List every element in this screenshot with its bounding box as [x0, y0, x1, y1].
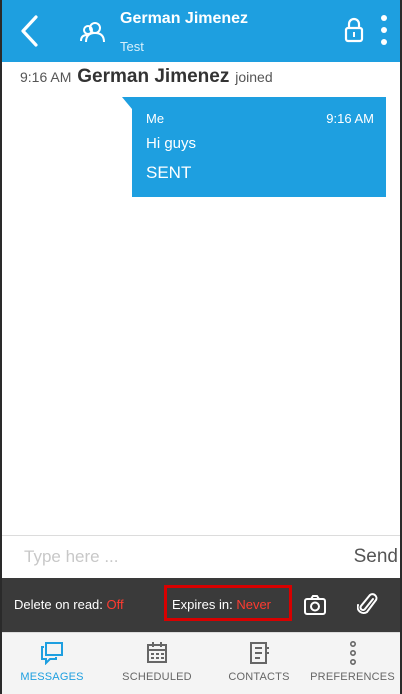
message-sender: Me — [146, 111, 165, 126]
message-bubble[interactable]: Me 9:16 AM Hi guys SENT — [122, 97, 386, 197]
bottom-tab-bar: MESSAGES SCHEDULED CONTACTS PREFERENCES — [2, 632, 400, 694]
tab-contacts-label: CONTACTS — [228, 671, 290, 683]
system-event-time: 9:16 AM — [20, 69, 72, 85]
send-button[interactable]: Send — [354, 546, 398, 568]
system-event: 9:16 AM German Jimenez joined — [20, 66, 273, 88]
composer: Send — [2, 535, 400, 578]
message-text: Hi guys — [146, 135, 197, 152]
chat-subtitle: Test — [120, 39, 144, 54]
group-icon[interactable] — [80, 20, 106, 44]
more-options-button[interactable] — [378, 12, 390, 50]
system-event-name: German Jimenez — [77, 66, 230, 87]
system-event-action: joined — [235, 69, 273, 85]
paperclip-icon[interactable] — [356, 591, 379, 617]
messages-icon — [41, 642, 63, 665]
message-status: SENT — [146, 163, 192, 182]
contacts-icon — [250, 642, 269, 664]
back-button[interactable] — [16, 14, 44, 48]
tab-scheduled-label: SCHEDULED — [122, 671, 192, 683]
delete-on-read-label: Delete on read: — [14, 597, 103, 612]
message-time: 9:16 AM — [326, 111, 374, 126]
tab-preferences-label: PREFERENCES — [310, 671, 395, 683]
calendar-icon — [147, 642, 167, 663]
tab-preferences[interactable]: PREFERENCES — [305, 641, 400, 683]
message-input[interactable] — [12, 541, 312, 573]
tab-messages[interactable]: MESSAGES — [2, 641, 102, 683]
delete-on-read-toggle[interactable]: Delete on read: Off — [14, 597, 124, 612]
expires-selector[interactable]: Expires in: Never — [164, 585, 292, 621]
message-options-bar: Delete on read: Off Expires in: Never — [2, 578, 400, 632]
tab-scheduled[interactable]: SCHEDULED — [107, 641, 207, 683]
delete-on-read-value: Off — [106, 597, 124, 612]
tab-messages-label: MESSAGES — [20, 671, 84, 683]
tab-contacts[interactable]: CONTACTS — [209, 641, 309, 683]
chevron-left-icon — [21, 15, 38, 47]
chat-title: German Jimenez — [120, 10, 249, 27]
expires-label: Expires in: — [172, 597, 233, 612]
kebab-icon — [349, 641, 356, 665]
camera-icon[interactable] — [303, 594, 327, 616]
expires-value: Never — [236, 597, 272, 612]
chat-header: German Jimenez Test — [2, 0, 400, 62]
lock-icon[interactable] — [344, 17, 364, 43]
